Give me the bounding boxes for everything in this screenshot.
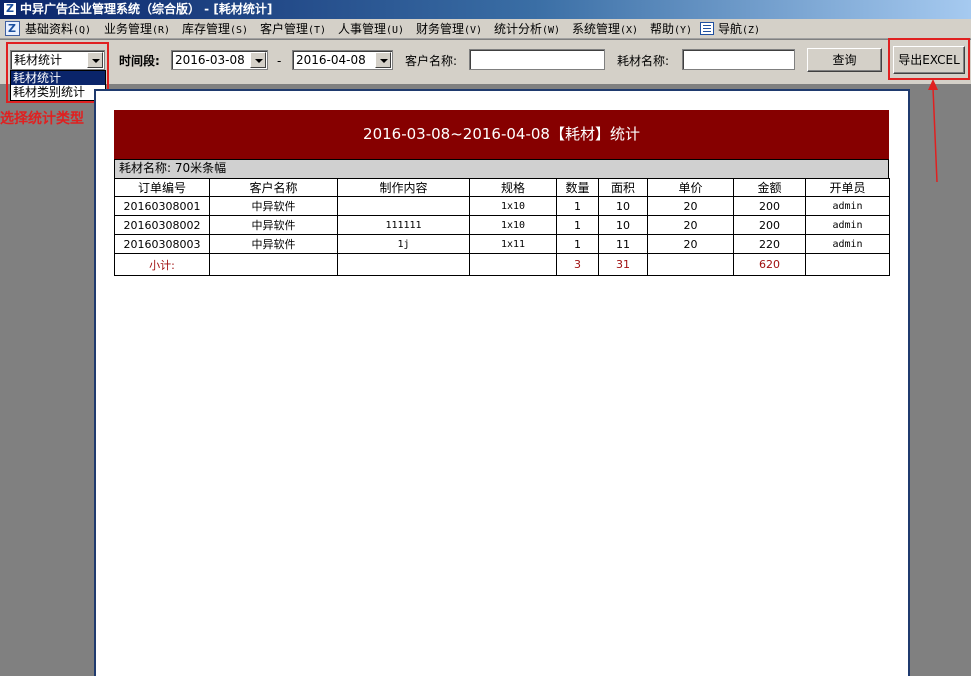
menu-help[interactable]: 帮助(Y) [650, 21, 692, 37]
cell-spec: 1x10 [469, 196, 557, 216]
cell-unit-price: 20 [647, 215, 734, 235]
cell-content: 1j [337, 234, 470, 254]
cell-quantity: 1 [556, 215, 599, 235]
cell-spec: 1x11 [469, 234, 557, 254]
cell-amount: 220 [733, 234, 806, 254]
date-from-picker[interactable]: 2016-03-08 [171, 50, 268, 70]
cell-content: 111111 [337, 215, 470, 235]
customer-label: 客户名称: [405, 54, 458, 68]
cell-quantity: 1 [556, 234, 599, 254]
cell-amount: 200 [733, 215, 806, 235]
cell-customer: 中异软件 [209, 196, 338, 216]
date-to-value: 2016-04-08 [296, 53, 366, 67]
col-customer: 客户名称 [209, 178, 338, 197]
menu-business[interactable]: 业务管理(R) [104, 21, 170, 37]
col-spec: 规格 [469, 178, 557, 197]
menu-system[interactable]: 系统管理(X) [572, 21, 638, 37]
material-label: 耗材名称: [617, 54, 670, 68]
cell-area: 10 [598, 196, 648, 216]
date-to-dropdown-icon[interactable] [375, 52, 391, 68]
subtotal-amount: 620 [733, 253, 806, 276]
col-quantity: 数量 [556, 178, 599, 197]
cell-content [337, 196, 470, 216]
subtotal-quantity: 3 [556, 253, 599, 276]
material-input[interactable] [682, 49, 795, 70]
period-label: 时间段: [119, 54, 160, 68]
cell-unit-price: 20 [647, 196, 734, 216]
table-header-row: 订单编号 客户名称 制作内容 规格 数量 面积 单价 金额 开单员 [114, 178, 890, 197]
col-operator: 开单员 [805, 178, 890, 197]
cell-customer: 中异软件 [209, 234, 338, 254]
date-from-dropdown-icon[interactable] [250, 52, 266, 68]
subtotal-area: 31 [598, 253, 648, 276]
cell-operator: admin [805, 196, 890, 216]
cell-customer: 中异软件 [209, 215, 338, 235]
menu-basic-data[interactable]: 基础资料(Q) [25, 21, 91, 37]
table-row: 20160308002 中异软件 111111 1x10 1 10 20 200… [114, 215, 890, 235]
menu-statistics[interactable]: 统计分析(W) [494, 21, 560, 37]
date-from-value: 2016-03-08 [175, 53, 245, 67]
col-order-no: 订单编号 [114, 178, 210, 197]
cell-order-no: 20160308001 [114, 196, 210, 216]
date-to-picker[interactable]: 2016-04-08 [292, 50, 393, 70]
cell-operator: admin [805, 234, 890, 254]
menu-customers[interactable]: 客户管理(T) [260, 21, 326, 37]
customer-input[interactable] [469, 49, 605, 70]
mdi-child-icon[interactable]: Z [5, 21, 20, 36]
col-area: 面积 [598, 178, 648, 197]
window-title: 中异广告企业管理系统（综合版） - [耗材统计] [20, 2, 273, 16]
title-bar: Z 中异广告企业管理系统（综合版） - [耗材统计] [0, 0, 971, 19]
material-name-line: 耗材名称: 70米条幅 [114, 159, 889, 178]
menu-inventory[interactable]: 库存管理(S) [182, 21, 248, 37]
menu-bar: Z 基础资料(Q) 业务管理(R) 库存管理(S) 客户管理(T) 人事管理(U… [0, 19, 971, 39]
cell-spec: 1x10 [469, 215, 557, 235]
report-title: 2016-03-08~2016-04-08【耗材】统计 [114, 110, 889, 159]
cell-unit-price: 20 [647, 234, 734, 254]
menu-finance[interactable]: 财务管理(V) [416, 21, 482, 37]
export-highlight-box [888, 38, 970, 80]
cell-quantity: 1 [556, 196, 599, 216]
subtotal-row: 小计: 3 31 620 [114, 253, 890, 276]
annotation-select-stat-type: 选择统计类型 [0, 111, 84, 127]
col-content: 制作内容 [337, 178, 470, 197]
cell-amount: 200 [733, 196, 806, 216]
table-row: 20160308001 中异软件 1x10 1 10 20 200 admin [114, 196, 890, 216]
cell-area: 10 [598, 215, 648, 235]
col-amount: 金额 [733, 178, 806, 197]
cell-order-no: 20160308002 [114, 215, 210, 235]
query-button[interactable]: 查询 [807, 48, 882, 72]
menu-navigation[interactable]: 导航(Z) [700, 21, 760, 37]
subtotal-label: 小计: [114, 253, 210, 276]
cell-order-no: 20160308003 [114, 234, 210, 254]
consumables-table: 订单编号 客户名称 制作内容 规格 数量 面积 单价 金额 开单员 201603… [114, 178, 890, 276]
col-unit-price: 单价 [647, 178, 734, 197]
cell-area: 11 [598, 234, 648, 254]
annotation-arrow-icon [928, 79, 938, 183]
date-separator: - [277, 54, 282, 68]
cell-operator: admin [805, 215, 890, 235]
navigation-icon [700, 22, 714, 35]
table-row: 20160308003 中异软件 1j 1x11 1 11 20 220 adm… [114, 234, 890, 254]
menu-personnel[interactable]: 人事管理(U) [338, 21, 404, 37]
app-logo-icon: Z [3, 2, 17, 16]
